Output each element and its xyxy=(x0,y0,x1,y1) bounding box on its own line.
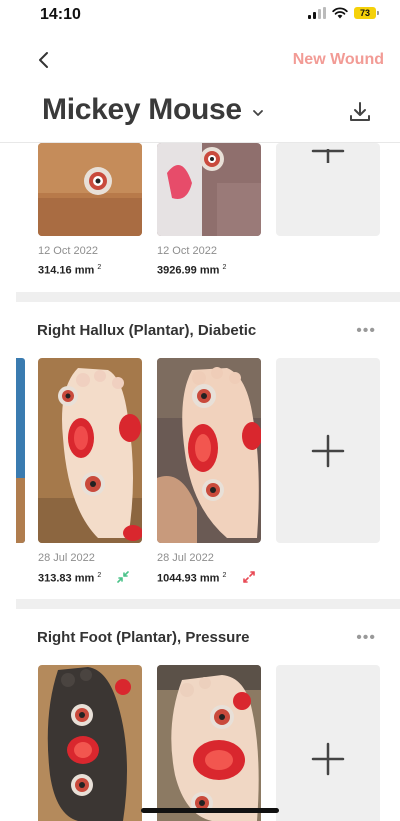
signal-icon xyxy=(308,7,326,19)
more-options-button[interactable]: ••• xyxy=(356,322,376,340)
add-image-button[interactable] xyxy=(276,665,380,821)
add-image-button[interactable] xyxy=(276,358,380,543)
home-indicator[interactable] xyxy=(141,808,279,813)
top-nav: New Wound xyxy=(0,40,400,80)
plus-icon xyxy=(311,149,345,163)
plus-icon xyxy=(311,434,345,467)
patient-selector[interactable]: Mickey Mouse xyxy=(42,93,264,127)
wifi-icon xyxy=(332,7,348,19)
image-date: 28 Jul 2022 xyxy=(157,552,214,564)
wound-title[interactable]: Right Foot (Plantar), Pressure xyxy=(37,629,250,646)
back-chevron-icon[interactable] xyxy=(32,48,56,72)
shrink-arrows-icon xyxy=(117,571,129,583)
section-divider xyxy=(16,599,400,609)
wound-image-thumbnail[interactable] xyxy=(38,358,142,543)
image-date: 12 Oct 2022 xyxy=(38,245,98,257)
wound-title[interactable]: Right Hallux (Plantar), Diabetic xyxy=(37,322,256,339)
status-bar: 14:10 73 xyxy=(0,0,400,30)
wound-image-thumbnail[interactable] xyxy=(157,143,261,236)
battery-level: 73 xyxy=(359,8,370,18)
status-time: 14:10 xyxy=(40,6,81,23)
wound-image-thumbnail[interactable] xyxy=(157,665,261,821)
expand-arrows-icon xyxy=(243,571,255,583)
image-area: 1044.93 mm 2 xyxy=(157,572,227,585)
plus-icon xyxy=(311,742,345,776)
wound-image-thumbnail[interactable] xyxy=(157,358,261,543)
image-area: 313.83 mm 2 xyxy=(38,572,102,585)
add-image-button[interactable] xyxy=(276,143,380,236)
image-area: 3926.99 mm 2 xyxy=(157,264,227,277)
section-divider xyxy=(16,292,400,302)
new-wound-button[interactable]: New Wound xyxy=(293,51,384,69)
chevron-down-icon xyxy=(252,110,263,116)
wound-image-thumbnail[interactable] xyxy=(38,143,142,236)
patient-name: Mickey Mouse xyxy=(42,93,242,126)
status-icons: 73 xyxy=(308,7,379,19)
battery-icon: 73 xyxy=(354,7,379,19)
image-date: 28 Jul 2022 xyxy=(38,552,95,564)
image-date: 12 Oct 2022 xyxy=(157,245,217,257)
wound-image-thumbnail[interactable] xyxy=(38,665,142,821)
download-icon[interactable] xyxy=(348,100,372,124)
more-options-button[interactable]: ••• xyxy=(356,629,376,647)
wound-image-thumbnail-partial[interactable] xyxy=(16,358,25,543)
image-area: 314.16 mm 2 xyxy=(38,264,102,277)
